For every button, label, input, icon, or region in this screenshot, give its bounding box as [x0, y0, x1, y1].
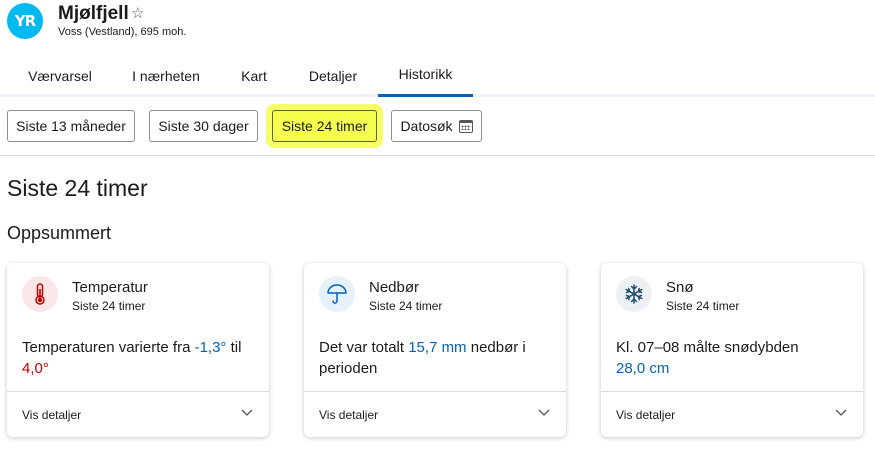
location-name: Mjølfjell — [58, 3, 129, 24]
snow-title: Snø — [666, 279, 694, 296]
temperature-min: -1,3° — [194, 339, 227, 356]
summary-heading: Oppsummert — [7, 223, 112, 243]
tab-historikk[interactable]: Historikk — [378, 57, 473, 97]
tab-bar: Værvarsel I nærheten Kart Detaljer Histo… — [0, 57, 875, 97]
snow-card: Snø Siste 24 timer Kl. 07–08 målte snødy… — [601, 263, 863, 437]
precipitation-summary: Det var totalt 15,7 mm nedbør i perioden — [319, 339, 526, 377]
temperature-summary: Temperaturen varierte fra -1,3° til 4,0° — [22, 339, 242, 377]
last-30-days-button[interactable]: Siste 30 dager — [149, 110, 258, 142]
favorite-star-icon[interactable]: ☆ — [131, 4, 144, 22]
tab-i-naerheten[interactable]: I nærheten — [116, 57, 216, 94]
details-label: Vis detaljer — [319, 408, 379, 422]
date-search-label: Datosøk — [400, 118, 453, 134]
details-label: Vis detaljer — [22, 408, 82, 422]
location-header: YR Mjølfjell ☆ Voss (Vestland), 695 moh. — [0, 0, 875, 50]
temperature-subtitle: Siste 24 timer — [72, 299, 146, 313]
calendar-icon — [458, 119, 473, 133]
umbrella-icon — [319, 276, 355, 312]
chevron-down-icon — [538, 409, 550, 416]
precipitation-title: Nedbør — [369, 279, 420, 296]
precipitation-total: 15,7 mm — [408, 339, 467, 356]
details-label: Vis detaljer — [616, 408, 676, 422]
yr-logo[interactable]: YR — [7, 3, 43, 39]
precipitation-details-toggle[interactable]: Vis detaljer — [304, 391, 566, 437]
snow-subtitle: Siste 24 timer — [666, 299, 740, 313]
tab-detaljer[interactable]: Detaljer — [290, 57, 376, 94]
precipitation-subtitle: Siste 24 timer — [369, 299, 443, 313]
tab-kart[interactable]: Kart — [224, 57, 284, 94]
location-subtitle: Voss (Vestland), 695 moh. — [58, 26, 187, 38]
temperature-details-toggle[interactable]: Vis detaljer — [7, 391, 269, 437]
snowflake-icon — [616, 276, 652, 312]
temperature-title: Temperatur — [72, 279, 148, 296]
period-filter-bar: Siste 13 måneder Siste 30 dager Siste 24… — [0, 97, 875, 156]
chevron-down-icon — [241, 409, 253, 416]
tab-vaervarsel[interactable]: Værvarsel — [10, 57, 110, 94]
last-13-months-button[interactable]: Siste 13 måneder — [7, 110, 135, 142]
precipitation-card: Nedbør Siste 24 timer Det var totalt 15,… — [304, 263, 566, 437]
temperature-card: Temperatur Siste 24 timer Temperaturen v… — [7, 263, 269, 437]
snow-summary: Kl. 07–08 målte snødybden 28,0 cm — [616, 339, 799, 377]
snow-depth: 28,0 cm — [616, 360, 670, 377]
page-title: Siste 24 timer — [7, 175, 148, 201]
snow-details-toggle[interactable]: Vis detaljer — [601, 391, 863, 437]
date-search-button[interactable]: Datosøk — [391, 110, 482, 142]
temperature-max: 4,0° — [22, 360, 49, 377]
thermometer-icon — [22, 276, 58, 312]
last-24-hours-button[interactable]: Siste 24 timer — [272, 110, 377, 142]
chevron-down-icon — [835, 409, 847, 416]
